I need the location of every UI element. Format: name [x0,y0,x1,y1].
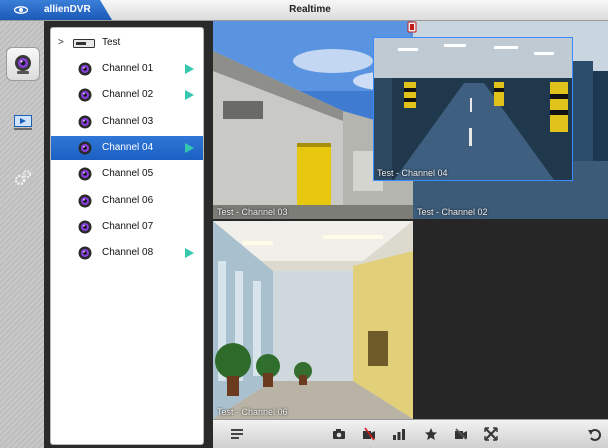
recording-indicator-icon [407,21,417,33]
app-tab[interactable]: allienDVR [0,0,112,20]
back-button[interactable] [586,426,602,442]
window-title: Realtime [289,4,331,15]
channel-item[interactable]: Channel 01 [51,57,203,81]
bottom-toolbar [213,419,608,448]
camera-icon [78,141,92,155]
camera-icon [78,246,92,260]
nav-rail [0,21,44,448]
play-icon[interactable] [184,142,194,153]
play-icon[interactable] [184,64,194,74]
channel-item[interactable]: Channel 03 [51,110,203,134]
favorite-button[interactable] [423,426,439,442]
tile-label: Test - Channel 03 [217,207,288,217]
nav-settings-button[interactable] [6,161,40,195]
fullscreen-button[interactable] [483,426,499,442]
chevron-right-icon[interactable]: > [58,37,64,48]
channel-label: Channel 07 [102,220,154,232]
stream-quality-button[interactable] [391,426,407,442]
play-icon[interactable] [184,90,194,101]
video-frame-hallway [213,221,413,419]
empty-video-tile[interactable] [413,221,608,419]
tree-root-label: Test [102,37,121,48]
tile-label: Test - Channel 02 [417,207,488,217]
camera-icon [78,167,92,181]
camera-icon [78,220,92,234]
video-grid: Test - Channel 03 Test - Channel 02 Test… [213,21,608,419]
stop-all-button[interactable] [453,426,469,442]
app-window: allienDVR Realtime > Test Channel 01 Cha… [0,0,608,448]
title-bar: allienDVR Realtime [0,0,608,21]
channel-item[interactable]: Channel 05 [51,162,203,186]
tile-label: Test - Channel 06 [217,407,288,417]
channel-item[interactable]: Channel 08 [51,241,203,265]
fullscreen-icon [484,427,498,441]
layout-icon [231,429,243,439]
video-tile-focused[interactable]: Test - Channel 04 [373,37,573,181]
logo-icon [14,6,28,14]
device-tree: > Test Channel 01 Channel 02 Channel 03 Cha… [50,27,204,445]
channel-label: Channel 08 [102,247,154,259]
channel-label: Channel 05 [102,168,154,180]
channel-item[interactable]: Channel 07 [51,215,203,239]
record-button[interactable] [361,426,377,442]
camera-icon [78,194,92,207]
channel-item[interactable]: Channel 06 [51,189,203,213]
stream-quality-icon [393,429,405,440]
tree-root-device[interactable]: > Test [51,31,203,55]
video-frame-garage [374,38,572,180]
tile-label: Test - Channel 04 [377,168,448,178]
channel-label: Channel 02 [102,89,154,101]
play-icon[interactable] [184,248,194,259]
gears-icon [14,170,31,186]
video-tile[interactable]: Test - Channel 06 [213,221,413,419]
channel-label: Channel 06 [102,194,154,206]
channel-label: Channel 01 [102,63,154,74]
channel-label: Channel 04 [102,141,154,153]
channel-label: Channel 03 [102,115,154,127]
stop-all-icon [455,428,467,440]
camera-icon [78,88,92,102]
favorite-icon [425,428,437,440]
back-icon [588,429,601,441]
channel-item[interactable]: Channel 02 [51,83,203,107]
camera-icon [78,115,92,129]
record-icon [363,427,375,441]
snapshot-icon [333,429,345,439]
film-icon [14,115,32,130]
camera-lens-icon [15,55,31,74]
dvr-device-icon [73,39,95,48]
nav-playback-button[interactable] [6,105,40,139]
layout-button[interactable] [229,426,245,442]
nav-live-view-button[interactable] [6,47,40,81]
app-name: allienDVR [44,4,91,15]
camera-icon [78,62,92,76]
channel-item[interactable]: Channel 04 [51,135,203,160]
snapshot-button[interactable] [331,426,347,442]
